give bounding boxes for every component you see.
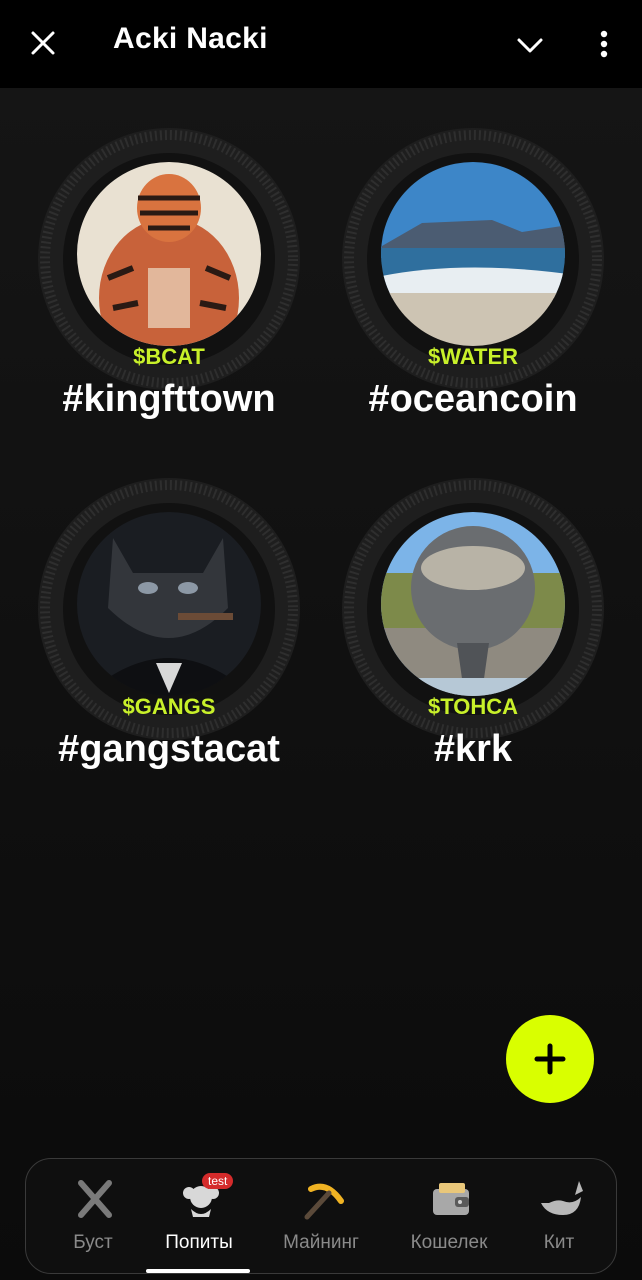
bottom-nav: Буст test Попиты Майнинг Кошелек Кит (25, 1158, 617, 1274)
nav-label: Буст (73, 1232, 113, 1253)
add-popit-button[interactable] (506, 1015, 594, 1103)
coin-hashtag: #gangstacat (58, 728, 280, 770)
nav-item-whale[interactable]: Кит (504, 1159, 614, 1273)
pickaxe-icon (304, 1183, 344, 1220)
plus-icon (534, 1043, 566, 1075)
x-logo-icon (78, 1180, 112, 1218)
popit-card-gangs[interactable]: $GANGS #gangstacat (0, 438, 300, 770)
nav-item-boost[interactable]: Буст (38, 1159, 148, 1273)
popit-card-tohca[interactable]: $TOHCA #krk (304, 438, 604, 770)
wallet-icon (433, 1183, 469, 1215)
whale-icon (541, 1181, 583, 1215)
coin-ticker: $WATER (427, 344, 519, 369)
nav-item-popits[interactable]: test Попиты (144, 1159, 254, 1273)
more-vertical-icon (600, 30, 608, 58)
active-tab-indicator (146, 1269, 250, 1273)
more-options-button[interactable] (592, 26, 616, 62)
nav-item-mining[interactable]: Майнинг (266, 1159, 376, 1273)
coin-ticker: $GANGS (122, 694, 216, 719)
nav-item-wallet[interactable]: Кошелек (394, 1159, 504, 1273)
close-icon (31, 31, 55, 55)
app-title: Acki Nacki (113, 22, 268, 55)
coin-hashtag: #oceancoin (368, 378, 578, 420)
coin-ticker: $BCAT (133, 344, 205, 369)
nav-label: Майнинг (283, 1232, 359, 1253)
popit-card-water[interactable]: $WATER #oceancoin (304, 88, 604, 420)
popit-card-bcat[interactable]: $BCAT #kingfttown (0, 88, 300, 420)
nav-label: Кит (543, 1232, 575, 1253)
coin-hashtag: #krk (433, 728, 513, 770)
top-bar: Acki Nacki (0, 0, 642, 88)
nav-label: Попиты (165, 1232, 233, 1253)
nav-label: Кошелек (410, 1232, 488, 1253)
collapse-button[interactable] (512, 30, 548, 60)
close-button[interactable] (28, 28, 58, 58)
chevron-down-icon (517, 38, 543, 53)
coin-hashtag: #kingfttown (62, 378, 276, 420)
coin-ticker: $TOHCA (427, 694, 519, 719)
test-badge: test (202, 1173, 234, 1189)
